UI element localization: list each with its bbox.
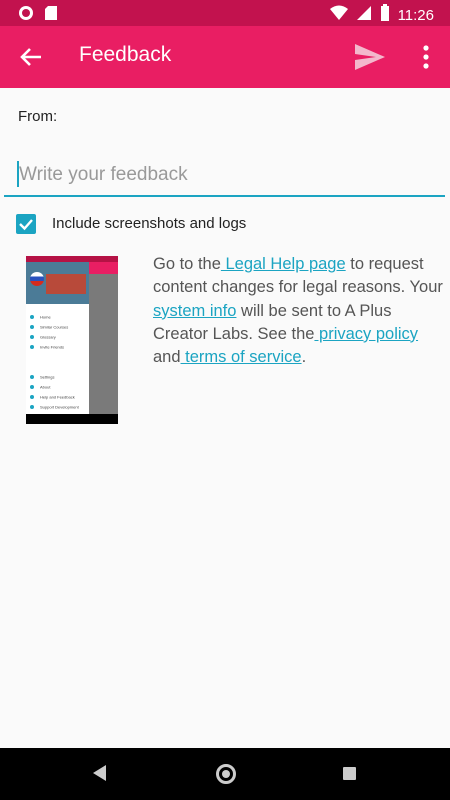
feedback-input[interactable]: Write your feedback <box>4 155 445 197</box>
privacy-policy-link[interactable]: privacy policy <box>314 325 418 343</box>
app-notification-icon <box>18 5 34 26</box>
battery-icon <box>380 4 390 26</box>
include-screenshots-checkbox[interactable] <box>16 214 36 234</box>
desc-text: Go to the <box>153 255 221 273</box>
thumb-nav-bar <box>26 414 118 424</box>
thumb-drawer-item: Invite Friends <box>30 338 85 349</box>
legal-help-link[interactable]: Legal Help page <box>221 255 345 273</box>
thumb-drawer-item: Home <box>30 308 85 319</box>
russia-flag-icon <box>30 272 44 286</box>
thumb-drawer-item: Help and Feedback <box>30 388 85 399</box>
thumb-drawer-item: Settings <box>30 368 85 379</box>
nav-recents-icon[interactable] <box>343 767 356 780</box>
thumb-drawer-item: About <box>30 378 85 389</box>
check-icon <box>19 219 33 231</box>
include-screenshots-label[interactable]: Include screenshots and logs <box>52 215 246 232</box>
more-vert-icon[interactable] <box>416 43 436 71</box>
thumb-drawer-item: Similar Courses <box>30 318 85 329</box>
screenshot-thumbnail[interactable]: Home Similar Courses Glossary Invite Fri… <box>26 256 118 424</box>
signal-icon <box>356 5 372 25</box>
wifi-icon <box>329 5 348 25</box>
desc-text: . <box>301 348 307 367</box>
from-label[interactable]: From: <box>18 108 57 125</box>
legal-description: Go to the Legal Help page to request con… <box>153 253 443 369</box>
status-time: 11:26 <box>397 6 434 24</box>
thumb-banner-image <box>46 274 86 294</box>
thumb-drawer: Home Similar Courses Glossary Invite Fri… <box>26 262 89 414</box>
desc-text: and <box>153 348 181 367</box>
app-bar: Feedback <box>0 26 450 88</box>
nav-back-icon[interactable] <box>93 765 106 781</box>
status-bar: 11:26 <box>0 0 450 26</box>
thumb-drawer-item: Support Development <box>30 398 85 409</box>
thumb-drawer-item: Glossary <box>30 328 85 339</box>
feedback-placeholder: Write your feedback <box>19 164 188 185</box>
system-info-link[interactable]: system info <box>153 302 236 320</box>
back-arrow-icon[interactable] <box>18 44 44 70</box>
terms-of-service-link[interactable]: terms of service <box>181 348 301 366</box>
page-title: Feedback <box>79 43 172 66</box>
system-nav-bar <box>0 748 450 800</box>
sd-card-icon <box>44 5 58 26</box>
send-icon[interactable] <box>354 42 386 72</box>
thumb-drawer-header <box>26 262 89 304</box>
nav-home-icon[interactable] <box>216 764 236 784</box>
